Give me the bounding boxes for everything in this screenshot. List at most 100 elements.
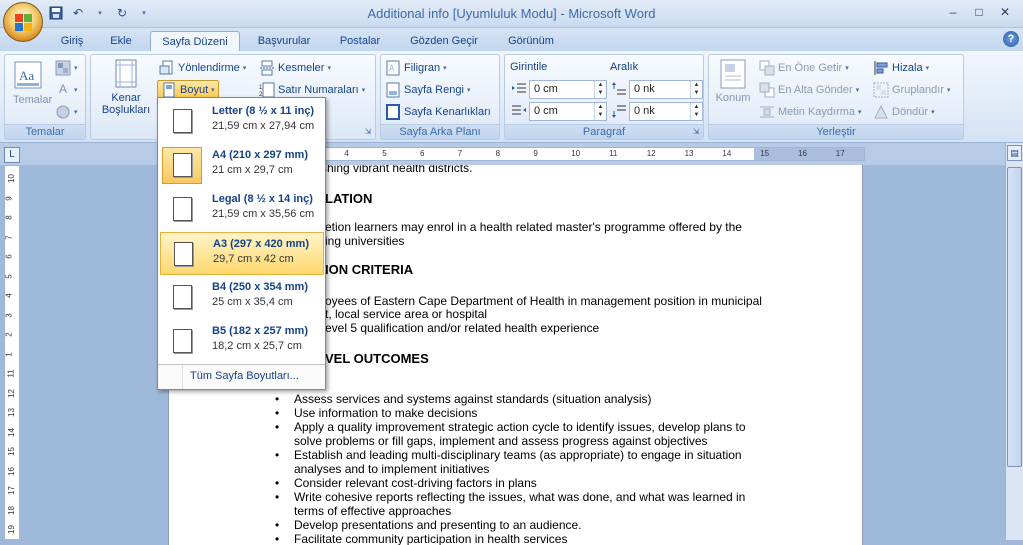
page-size-dimensions: 25 cm x 35,4 cm bbox=[212, 296, 293, 308]
spacing-after-stepper[interactable]: ▲ ▼ bbox=[690, 103, 702, 120]
scrollbar-thumb[interactable] bbox=[1007, 167, 1022, 467]
tab-basvurular[interactable]: Başvurular bbox=[248, 31, 320, 52]
align-icon bbox=[873, 60, 889, 76]
office-button[interactable] bbox=[3, 2, 43, 42]
filigran-button[interactable]: A Filigran ▾ bbox=[385, 58, 447, 78]
ruler-tick: 14 bbox=[722, 149, 732, 158]
ruler-tick: 11 bbox=[609, 149, 618, 158]
page-size-item[interactable]: B4 (250 x 354 mm) 25 cm x 35,4 cm bbox=[160, 276, 324, 319]
temalar-button[interactable]: Aa Temalar bbox=[13, 60, 52, 112]
tab-gozden-gecir[interactable]: Gözden Geçir bbox=[400, 31, 488, 52]
spacing-after-input[interactable]: 0 nk ▲ ▼ bbox=[629, 102, 703, 121]
spacing-before-input[interactable]: 0 nk ▲ ▼ bbox=[629, 80, 703, 99]
page-size-item[interactable]: Letter (8 ½ x 11 inç) 21,59 cm x 27,94 cm bbox=[160, 100, 324, 143]
ruler-tick: 13 bbox=[6, 408, 16, 417]
restore-button[interactable]: □ bbox=[967, 3, 991, 21]
tab-giris[interactable]: Giriş bbox=[52, 31, 92, 52]
view-ruler-icon[interactable]: ▤ bbox=[1007, 145, 1022, 161]
kesmeler-button[interactable]: Kesmeler ▾ bbox=[259, 58, 331, 78]
page-size-icon bbox=[173, 197, 192, 221]
ruler-tick: 7 bbox=[4, 234, 14, 240]
theme-colors-button[interactable]: ▾ bbox=[55, 58, 78, 78]
theme-fonts-icon: A bbox=[58, 82, 67, 96]
paragraf-launcher-icon[interactable]: ⇲ bbox=[691, 127, 701, 137]
svg-text:Aa: Aa bbox=[19, 68, 34, 83]
theme-effects-button[interactable]: ▾ bbox=[55, 102, 78, 122]
gruplandir-button[interactable]: Gruplandır ▾ bbox=[873, 80, 951, 100]
ruler-tick: 7 bbox=[457, 149, 463, 158]
tab-gorunum[interactable]: Görünüm bbox=[498, 31, 564, 52]
ruler-tick: 14 bbox=[6, 427, 16, 437]
indent-right-input[interactable]: 0 cm ▲ ▼ bbox=[529, 102, 607, 121]
en-alta-gonder-button[interactable]: En Alta Gönder ▾ bbox=[759, 80, 859, 100]
page-size-item[interactable]: Legal (8 ½ x 14 inç) 21,59 cm x 35,56 cm bbox=[160, 188, 324, 231]
vertical-ruler[interactable]: 10 9 8 7 6 5 4 3 2 1 11 12 13 14 15 16 17 18 19 bbox=[4, 165, 20, 540]
hizala-button[interactable]: Hizala ▾ bbox=[873, 58, 929, 78]
position-icon bbox=[720, 59, 746, 89]
sayfa-rengi-button[interactable]: Sayfa Rengi ▾ bbox=[385, 80, 470, 100]
konum-button[interactable]: Konum bbox=[713, 59, 753, 119]
page-size-icon bbox=[174, 242, 193, 266]
metin-kaydirma-button[interactable]: Metin Kaydırma ▾ bbox=[759, 102, 862, 122]
ruler-tick: 4 bbox=[344, 149, 349, 158]
theme-effects-icon bbox=[55, 104, 71, 120]
page-size-dimensions: 18,2 cm x 25,7 cm bbox=[212, 340, 302, 352]
themes-icon: Aa bbox=[14, 61, 42, 89]
spacing-before-stepper[interactable]: ▲ ▼ bbox=[690, 81, 702, 98]
line-numbers-icon: 12 bbox=[259, 82, 275, 98]
ruler-tick: 17 bbox=[6, 486, 16, 495]
ruler-tick: 9 bbox=[533, 149, 538, 158]
minimize-button[interactable]: – bbox=[941, 3, 965, 21]
tab-selector-icon[interactable]: L bbox=[4, 147, 20, 163]
ruler-tick: 8 bbox=[495, 149, 501, 158]
bullet-marker: • bbox=[275, 406, 280, 420]
page-size-item[interactable]: B5 (182 x 257 mm) 18,2 cm x 25,7 cm bbox=[160, 320, 324, 363]
bullet-text: Apply a quality improvement strategic ac… bbox=[294, 420, 746, 434]
send-to-back-icon bbox=[759, 82, 775, 98]
tab-sayfa-duzeni[interactable]: Sayfa Düzeni bbox=[150, 31, 240, 52]
indent-left-input[interactable]: 0 cm ▲ ▼ bbox=[529, 80, 607, 99]
doc-heading: ION CRITERIA bbox=[325, 262, 414, 277]
indent-right-stepper[interactable]: ▲ ▼ bbox=[594, 103, 606, 120]
ruler-tick: 15 bbox=[760, 149, 770, 158]
page-size-icon bbox=[173, 329, 192, 353]
group-yerlestir: Konum En Öne Getir ▾ En Alta Gönder ▾ Meti… bbox=[708, 54, 964, 140]
tab-postalar[interactable]: Postalar bbox=[330, 31, 390, 52]
page-color-icon bbox=[385, 82, 401, 98]
group-paragraf: Girintile Aralık 0 cm ▲ ▼ 0 cm ▲ ▼ 0 nk ▲ ▼ 0 … bbox=[504, 54, 704, 140]
indent-right-icon bbox=[511, 103, 527, 119]
kenar-bosluklari-button[interactable]: Kenar Boşlukları bbox=[97, 59, 155, 121]
indent-left-stepper[interactable]: ▲ ▼ bbox=[594, 81, 606, 98]
page-size-menu: Letter (8 ½ x 11 inç) 21,59 cm x 27,94 cm… bbox=[157, 97, 326, 390]
yonlendirme-button[interactable]: Yönlendirme ▾ bbox=[159, 58, 246, 78]
help-icon[interactable]: ? bbox=[1003, 31, 1019, 47]
sayfa-yapisi-launcher-icon[interactable]: ⇲ bbox=[363, 127, 373, 137]
page-size-name: B4 (250 x 354 mm) bbox=[212, 281, 308, 293]
en-one-getir-button[interactable]: En Öne Getir ▾ bbox=[759, 58, 849, 78]
close-button[interactable]: ✕ bbox=[993, 3, 1017, 21]
dondur-button[interactable]: Döndür ▾ bbox=[873, 102, 935, 122]
theme-fonts-button[interactable]: A ▾ bbox=[55, 80, 78, 100]
watermark-icon: A bbox=[385, 60, 401, 76]
group-icon bbox=[873, 82, 889, 98]
page-size-icon bbox=[173, 153, 192, 177]
svg-text:1: 1 bbox=[259, 85, 263, 91]
orientation-icon bbox=[159, 60, 175, 76]
ruler-tick: 5 bbox=[382, 149, 387, 158]
vertical-scrollbar[interactable]: ▤ bbox=[1005, 143, 1023, 540]
page-size-item[interactable]: A4 (210 x 297 mm) 21 cm x 29,7 cm bbox=[160, 144, 324, 187]
sayfa-kenarliklari-button[interactable]: Sayfa Kenarlıkları bbox=[385, 102, 491, 122]
page-size-name: B5 (182 x 257 mm) bbox=[212, 325, 308, 337]
bullet-marker: • bbox=[275, 448, 280, 462]
tab-ekle[interactable]: Ekle bbox=[100, 31, 142, 52]
aralik-label: Aralık bbox=[610, 61, 639, 73]
bullet-text: Write cohesive reports reflecting the is… bbox=[294, 490, 746, 504]
text-wrap-icon bbox=[759, 104, 775, 120]
page-size-item[interactable]: A3 (297 x 420 mm) 29,7 cm x 42 cm bbox=[160, 232, 324, 275]
group-label-paragraf: Paragraf bbox=[505, 124, 703, 139]
window-controls: – □ ✕ bbox=[941, 3, 1017, 21]
bullet-text: solve problems or fill gaps, implement a… bbox=[294, 434, 708, 448]
page-size-dimensions: 29,7 cm x 42 cm bbox=[213, 253, 294, 265]
all-page-sizes-button[interactable]: Tüm Sayfa Boyutları... bbox=[158, 364, 325, 389]
bullet-marker: • bbox=[275, 420, 280, 434]
